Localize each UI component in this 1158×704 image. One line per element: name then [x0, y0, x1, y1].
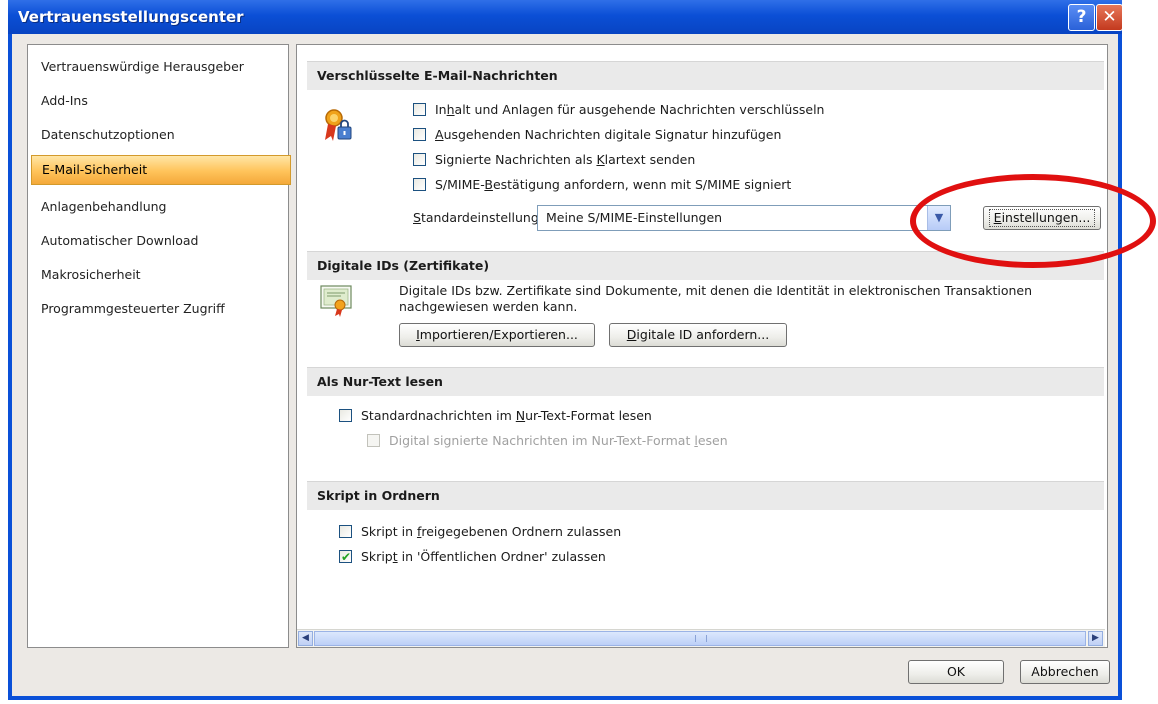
default-setting-value: Meine S/MIME-Einstellungen	[546, 210, 723, 225]
default-setting-select[interactable]: Meine S/MIME-Einstellungen ▼	[537, 205, 951, 231]
section-header-script: Skript in Ordnern	[307, 481, 1104, 510]
encrypt-content-checkbox[interactable]	[413, 103, 426, 116]
certificate-icon	[320, 285, 352, 317]
cleartext-signed-label: Signierte Nachrichten als Klartext sende…	[435, 152, 696, 167]
smime-receipt-checkbox[interactable]	[413, 178, 426, 191]
scroll-thumb[interactable]	[314, 631, 1086, 646]
option-read-plaintext[interactable]: Standardnachrichten im Nur-Text-Format l…	[339, 405, 652, 427]
option-script-public[interactable]: Skript in 'Öffentlichen Ordner' zulassen	[339, 546, 606, 568]
sidebar-item-vertrauenswuerdige-herausgeber[interactable]: Vertrauenswürdige Herausgeber	[31, 53, 289, 81]
section-header-digital-ids: Digitale IDs (Zertifikate)	[307, 251, 1104, 280]
option-smime-receipt[interactable]: S/MIME-Bestätigung anfordern, wenn mit S…	[413, 174, 791, 196]
encrypt-content-label: Inhalt und Anlagen für ausgehende Nachri…	[435, 102, 825, 117]
settings-panel: Verschlüsselte E-Mail-Nachrichten Inhalt…	[296, 44, 1108, 648]
close-button[interactable]: ✕	[1096, 4, 1123, 31]
import-export-button[interactable]: Importieren/Exportieren...	[399, 323, 595, 347]
help-button[interactable]: ?	[1068, 4, 1095, 31]
add-signature-label: Ausgehenden Nachrichten digitale Signatu…	[435, 127, 782, 142]
cancel-button[interactable]: Abbrechen	[1020, 660, 1110, 684]
title-bar[interactable]: Vertrauensstellungscenter ? ✕	[8, 0, 1123, 34]
grip-icon	[695, 635, 707, 642]
sidebar-item-makrosicherheit[interactable]: Makrosicherheit	[31, 261, 289, 289]
sidebar-item-anlagenbehandlung[interactable]: Anlagenbehandlung	[31, 193, 289, 221]
option-read-signed-plaintext: Digital signierte Nachrichten im Nur-Tex…	[367, 430, 728, 452]
dialog-client: Vertrauenswürdige Herausgeber Add-Ins Da…	[12, 34, 1118, 696]
digital-ids-description: Digitale IDs bzw. Zertifikate sind Dokum…	[399, 283, 1033, 314]
ok-button[interactable]: OK	[908, 660, 1004, 684]
sidebar-item-programmgesteuerter-zugriff[interactable]: Programmgesteuerter Zugriff	[31, 295, 289, 323]
option-cleartext-signed[interactable]: Signierte Nachrichten als Klartext sende…	[413, 149, 695, 171]
script-public-label: Skript in 'Öffentlichen Ordner' zulassen	[361, 549, 606, 564]
script-public-checkbox[interactable]	[339, 546, 352, 568]
read-plaintext-checkbox[interactable]	[339, 409, 352, 422]
cleartext-signed-checkbox[interactable]	[413, 153, 426, 166]
option-encrypt-content[interactable]: Inhalt und Anlagen für ausgehende Nachri…	[413, 99, 824, 121]
script-shared-label: Skript in freigegebenen Ordnern zulassen	[361, 524, 622, 539]
add-signature-checkbox[interactable]	[413, 128, 426, 141]
dialog-window: Vertrauensstellungscenter ? ✕ Vertrauens…	[8, 0, 1123, 700]
category-list: Vertrauenswürdige Herausgeber Add-Ins Da…	[27, 44, 291, 648]
sidebar-item-automatischer-download[interactable]: Automatischer Download	[31, 227, 289, 255]
scroll-right-icon[interactable]: ▶	[1088, 631, 1103, 646]
request-digital-id-button[interactable]: Digitale ID anfordern...	[609, 323, 787, 347]
chevron-down-icon[interactable]: ▼	[927, 206, 950, 230]
sidebar-item-email-sicherheit[interactable]: E-Mail-Sicherheit	[31, 155, 291, 185]
ribbon-lock-icon	[325, 109, 352, 141]
section-header-plaintext: Als Nur-Text lesen	[307, 367, 1104, 396]
default-setting-label: Standardeinstellung:	[413, 210, 543, 225]
option-script-shared[interactable]: Skript in freigegebenen Ordnern zulassen	[339, 521, 621, 543]
read-signed-plaintext-label: Digital signierte Nachrichten im Nur-Tex…	[389, 433, 728, 448]
sidebar-item-add-ins[interactable]: Add-Ins	[31, 87, 289, 115]
horizontal-scrollbar[interactable]: ◀ ▶	[297, 629, 1105, 647]
window-title: Vertrauensstellungscenter	[18, 8, 244, 26]
sidebar-item-datenschutzoptionen[interactable]: Datenschutzoptionen	[31, 121, 289, 149]
read-signed-plaintext-checkbox	[367, 434, 380, 447]
script-shared-checkbox[interactable]	[339, 525, 352, 538]
settings-button[interactable]: Einstellungen...	[983, 206, 1101, 230]
smime-receipt-label: S/MIME-Bestätigung anfordern, wenn mit S…	[435, 177, 792, 192]
section-header-encrypted: Verschlüsselte E-Mail-Nachrichten	[307, 61, 1104, 90]
read-plaintext-label: Standardnachrichten im Nur-Text-Format l…	[361, 408, 652, 423]
scroll-left-icon[interactable]: ◀	[298, 631, 313, 646]
option-add-signature[interactable]: Ausgehenden Nachrichten digitale Signatu…	[413, 124, 781, 146]
